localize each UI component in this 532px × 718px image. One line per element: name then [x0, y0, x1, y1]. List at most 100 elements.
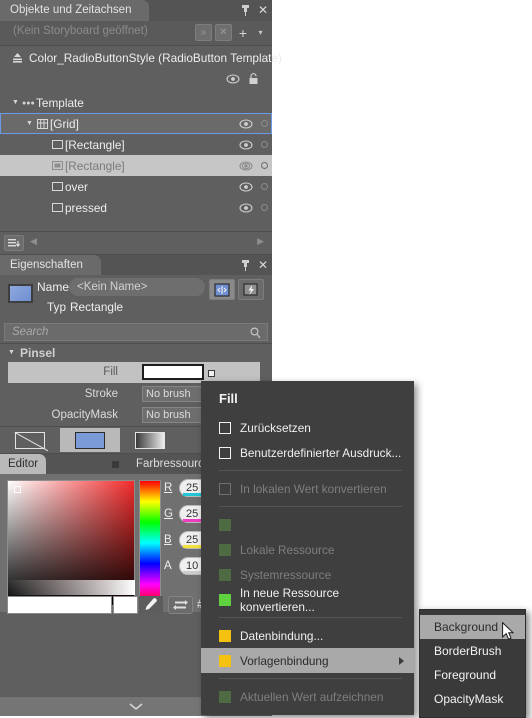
search-icon[interactable]: [250, 327, 261, 339]
checkbox-icon: [219, 446, 231, 459]
resource-swatch-icon: [219, 690, 231, 703]
tree-item-pressed[interactable]: pressed: [0, 197, 272, 218]
resource-swatch-icon: [219, 518, 231, 531]
layout-stack-icon[interactable]: [4, 235, 24, 251]
tab-objects-and-timeline[interactable]: Objekte und Zeitachsen: [0, 0, 150, 21]
stroke-label: Stroke: [84, 388, 118, 400]
tree-item-grid[interactable]: ▼ [Grid]: [0, 113, 272, 134]
eyedropper-button[interactable]: [139, 596, 163, 614]
storyboard-collapse-button[interactable]: »: [195, 24, 212, 41]
close-icon[interactable]: ✕: [258, 259, 268, 271]
gradient-brush-button[interactable]: [120, 428, 180, 452]
pin-icon[interactable]: [240, 260, 251, 271]
tree-item-label: [Grid]: [50, 116, 79, 131]
lock-icon[interactable]: [248, 73, 259, 85]
alpha-slider[interactable]: [7, 580, 135, 595]
menu-item-data-binding[interactable]: Datenbindung...: [201, 623, 414, 648]
tree-item-over[interactable]: over: [0, 176, 272, 197]
brushes-section-header[interactable]: ▼ Pinsel: [0, 344, 272, 362]
sv-cursor[interactable]: [14, 486, 21, 493]
menu-separator: [219, 470, 402, 471]
opacitymask-brush-value[interactable]: No brush: [142, 407, 210, 423]
menu-item-reset[interactable]: Zurücksetzen: [201, 415, 414, 440]
lock-toggle-dot[interactable]: [261, 204, 268, 211]
resource-swatch-icon: [219, 593, 231, 606]
lock-toggle-dot[interactable]: [261, 162, 268, 169]
submenu-item-foreground[interactable]: Foreground: [420, 663, 525, 687]
menu-item-system-resource: Lokale Ressource: [201, 537, 414, 562]
checkbox-icon: [219, 421, 231, 434]
tab-color-resources[interactable]: Farbressourc: [128, 454, 212, 474]
eye-icon[interactable]: [239, 181, 253, 192]
fill-property-row[interactable]: Fill: [8, 362, 260, 383]
resource-swatch-icon: [219, 543, 231, 556]
no-brush-button[interactable]: [0, 428, 60, 452]
swap-colors-button[interactable]: [168, 596, 193, 614]
tree-item-rectangle-2[interactable]: [Rectangle]: [0, 155, 272, 176]
tree-empty-space: [0, 218, 272, 231]
channel-g-label: G: [164, 508, 173, 520]
scroll-right-icon[interactable]: ▶: [257, 236, 264, 247]
pin-icon[interactable]: [240, 5, 251, 16]
objects-tree: ▼ ●●● Template ▼ [Grid] [Rectangle] [Rec…: [0, 92, 272, 218]
properties-panel-tabbar: Eigenschaften ✕: [0, 255, 272, 276]
lock-toggle-dot[interactable]: [261, 183, 268, 190]
current-color-swatch[interactable]: [7, 596, 112, 614]
menu-item-template-binding[interactable]: Vorlagenbindung: [201, 648, 414, 673]
gradient-icon: [135, 431, 165, 449]
eye-icon[interactable]: [239, 118, 253, 129]
name-input[interactable]: <Kein Name>: [69, 278, 205, 296]
rectangle-icon: [50, 182, 65, 191]
menu-separator: [219, 617, 402, 618]
menu-item-label: Aktuellen Wert aufzeichnen: [240, 689, 384, 704]
menu-item-label: Systemressource: [240, 567, 332, 582]
name-label: Name: [37, 280, 70, 294]
document-title: Color_RadioButtonStyle (RadioButton Temp…: [29, 51, 282, 65]
fill-brush-swatch[interactable]: [142, 364, 204, 380]
menu-item-label: Zurücksetzen: [240, 420, 311, 435]
checkbox-icon: [219, 482, 231, 495]
stroke-brush-value[interactable]: No brush: [142, 386, 210, 402]
property-search-row: Search: [0, 321, 272, 344]
expander-arrow-icon[interactable]: ▼: [10, 99, 21, 106]
submenu-item-borderbrush[interactable]: BorderBrush: [420, 639, 525, 663]
fill-context-menu[interactable]: Fill Zurücksetzen Benutzerdefinierter Au…: [201, 381, 414, 715]
eye-icon[interactable]: [239, 202, 253, 213]
lock-toggle-dot[interactable]: [261, 141, 268, 148]
scroll-left-icon[interactable]: ◀: [30, 236, 37, 247]
element-preview-swatch: [8, 284, 33, 303]
eye-icon[interactable]: [239, 160, 253, 171]
storyboard-dropdown-button[interactable]: ▾: [254, 24, 267, 41]
document-header: Color_RadioButtonStyle (RadioButton Temp…: [0, 46, 282, 70]
eye-icon[interactable]: [226, 74, 240, 84]
fill-label: Fill: [103, 366, 118, 378]
tab-editor[interactable]: Editor: [0, 454, 47, 474]
submenu-item-opacitymask[interactable]: OpacityMask: [420, 687, 525, 711]
storyboard-close-button[interactable]: ✕: [215, 24, 232, 41]
context-menu-title: Fill: [219, 391, 238, 406]
menu-item-custom-expression[interactable]: Benutzerdefinierter Ausdruck...: [201, 440, 414, 465]
lock-toggle-dot[interactable]: [261, 120, 268, 127]
objects-panel-tabbar: Objekte und Zeitachsen ✕: [0, 0, 272, 21]
menu-item-edit-resource: Systemressource: [201, 562, 414, 587]
eye-icon[interactable]: [239, 139, 253, 150]
submenu-arrow-icon: [399, 657, 404, 665]
menu-item-convert-to-new-resource[interactable]: In neue Ressource konvertieren...: [201, 586, 414, 614]
expander-arrow-icon[interactable]: ▼: [24, 120, 35, 127]
storyboard-new-button[interactable]: +: [235, 24, 251, 41]
element-identity-row: Name <Kein Name> Typ Rectangle: [0, 275, 272, 321]
properties-view-button[interactable]: [209, 279, 235, 300]
resource-swatch-icon: [219, 568, 231, 581]
fill-advanced-options-button[interactable]: [208, 370, 215, 377]
previous-color-swatch[interactable]: [113, 596, 138, 614]
template-scope-icon: [13, 53, 22, 63]
tab-properties[interactable]: Eigenschaften: [0, 255, 101, 276]
chevron-down-icon[interactable]: ▼: [8, 349, 15, 356]
tree-item-template[interactable]: ▼ ●●● Template: [0, 92, 272, 113]
search-input[interactable]: Search: [4, 323, 268, 341]
solid-color-brush-button[interactable]: [60, 428, 120, 452]
binding-swatch-icon: [219, 629, 231, 642]
tree-item-rectangle-1[interactable]: [Rectangle]: [0, 134, 272, 155]
close-icon[interactable]: ✕: [258, 4, 268, 16]
events-view-button[interactable]: [238, 279, 264, 300]
